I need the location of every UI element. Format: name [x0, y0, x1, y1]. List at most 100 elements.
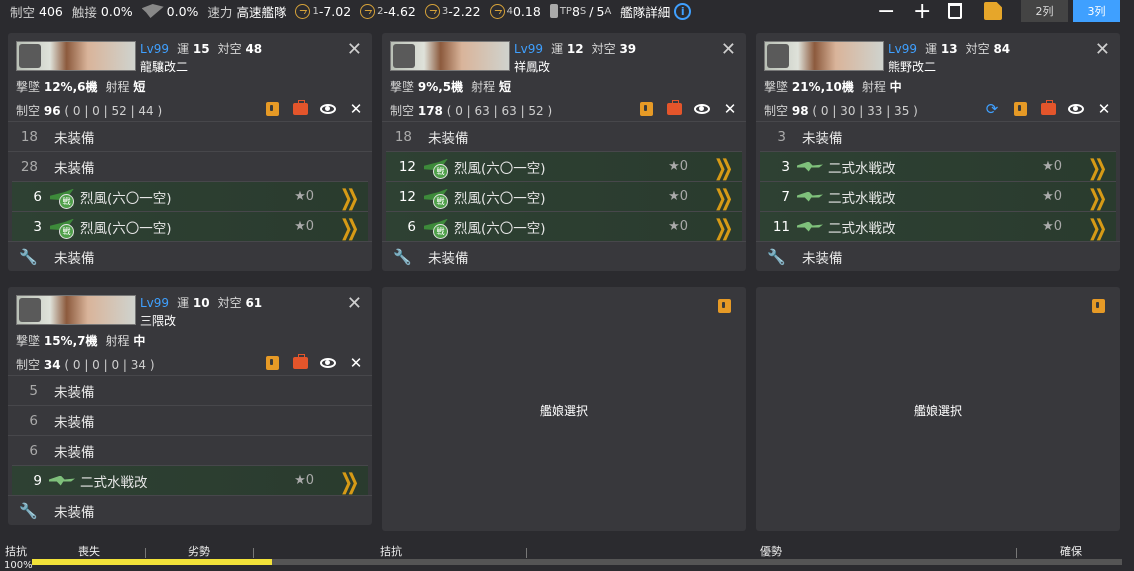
improvement-star: ★0 — [668, 189, 688, 204]
ship-card[interactable]: Lv99 運 13 対空 84 熊野改二 ✕ 撃墜 21%,10機 射程 中 制空 9… — [756, 33, 1120, 271]
lock-icon[interactable] — [1012, 101, 1028, 117]
preset-icon[interactable] — [292, 354, 308, 371]
preset-icon[interactable] — [666, 100, 682, 117]
proficiency-chevron-icon[interactable]: ❯❯ — [714, 186, 733, 211]
equipment-slot[interactable]: 3 二式水戦改 ★0 ❯❯ — [760, 151, 1116, 181]
sync-icon[interactable]: ⟳ — [984, 100, 1000, 118]
empty-ship-slot[interactable]: 艦娘選択 — [756, 287, 1120, 531]
select-ship-label: 艦娘選択 — [539, 404, 588, 418]
equipment-slot[interactable]: 12 戦 烈風(六〇一空) ★0 ❯❯ — [386, 181, 742, 211]
clear-equipment-icon[interactable]: ✕ — [348, 354, 364, 372]
plus-icon[interactable]: + — [913, 0, 931, 24]
eye-icon[interactable] — [320, 355, 336, 371]
equipment-slot[interactable]: 3戦 烈風(六〇一空) ★0 ❯❯ — [12, 211, 368, 241]
lock-icon[interactable] — [638, 101, 654, 117]
proficiency-chevron-icon[interactable]: ❯❯ — [340, 186, 359, 211]
lock-icon[interactable] — [264, 355, 280, 371]
equipment-slot[interactable]: 28 未装備 — [8, 151, 372, 181]
clear-equipment-icon[interactable]: ✕ — [348, 100, 364, 118]
edit-icon[interactable] — [984, 0, 1002, 22]
ship-type-badge — [393, 44, 415, 68]
improvement-star: ★0 — [294, 189, 314, 204]
reinforce-slot[interactable]: 🔧 未装備 — [8, 495, 372, 525]
improvement-star: ★0 — [668, 219, 688, 234]
air-power: 制空 178 ( 0 | 63 | 63 | 52 ) — [390, 104, 553, 118]
los-icon — [424, 3, 440, 19]
equipment-slot[interactable]: 9 二式水戦改 ★0 ❯❯ — [12, 465, 368, 495]
ship-name: 龍驤改二 — [140, 60, 189, 74]
reinforce-slot[interactable]: 🔧 未装備 — [382, 241, 746, 271]
eye-icon[interactable] — [1068, 101, 1084, 117]
equipment-slot[interactable]: 7 二式水戦改 ★0 ❯❯ — [760, 181, 1116, 211]
ship-portrait[interactable] — [16, 295, 136, 325]
remove-ship-icon[interactable]: ✕ — [721, 39, 736, 60]
improvement-star: ★0 — [1042, 159, 1062, 174]
eye-icon[interactable] — [320, 101, 336, 117]
aa-cutin-stat: 0.0% — [141, 4, 198, 19]
three-column-button[interactable]: 3列 — [1073, 0, 1120, 22]
clear-equipment-icon[interactable]: ✕ — [1096, 100, 1112, 118]
remove-ship-icon[interactable]: ✕ — [1095, 39, 1110, 60]
equipment-slot[interactable]: 18 未装備 — [382, 121, 746, 151]
equipment-slot[interactable]: 11 二式水戦改 ★0 ❯❯ — [760, 211, 1116, 241]
info-icon[interactable]: i — [674, 2, 692, 20]
improvement-star: ★0 — [1042, 189, 1062, 204]
equipment-slot[interactable]: 3 未装備 — [756, 121, 1120, 151]
ship-portrait[interactable] — [764, 41, 884, 71]
equipment-slot[interactable]: 6 未装備 — [8, 405, 372, 435]
proficiency-chevron-icon[interactable]: ❯❯ — [1088, 216, 1107, 241]
reinforce-slot[interactable]: 🔧 未装備 — [756, 241, 1120, 271]
proficiency-chevron-icon[interactable]: ❯❯ — [714, 216, 733, 241]
proficiency-chevron-icon[interactable]: ❯❯ — [1088, 186, 1107, 211]
preset-icon[interactable] — [1040, 100, 1056, 117]
ship-portrait[interactable] — [390, 41, 510, 71]
lock-icon[interactable] — [1090, 298, 1106, 314]
ship-portrait[interactable] — [16, 41, 136, 71]
ship-card[interactable]: Lv99 運 10 対空 61 三隈改 ✕ 撃墜 15%,7機 射程 中 制空 34 … — [8, 287, 372, 525]
remove-ship-icon[interactable]: ✕ — [347, 293, 362, 314]
ship-stats: Lv99 運 13 対空 84 — [888, 42, 1011, 56]
reinforce-slot[interactable]: 🔧 未装備 — [8, 241, 372, 271]
equipment-slot[interactable]: 18 未装備 — [8, 121, 372, 151]
lock-icon[interactable] — [716, 298, 732, 314]
ship-stats: Lv99 運 12 対空 39 — [514, 42, 637, 56]
speed-stat: 速力 高速艦隊 — [207, 4, 287, 20]
equipment-slot[interactable]: 6戦 烈風(六〇一空) ★0 ❯❯ — [386, 211, 742, 241]
ship-card[interactable]: Lv99 運 15 対空 48 龍驤改二 ✕ 撃墜 12%,6機 射程 短 制空 96… — [8, 33, 372, 271]
remove-ship-icon[interactable]: ✕ — [347, 39, 362, 60]
equipment-slot[interactable]: 12 戦 烈風(六〇一空) ★0 ❯❯ — [386, 151, 742, 181]
ship-type-badge — [19, 298, 41, 322]
clear-equipment-icon[interactable]: ✕ — [722, 100, 738, 118]
ship-type-badge — [19, 44, 41, 68]
empty-ship-slot[interactable]: 艦娘選択 — [382, 287, 746, 531]
ship-name: 三隈改 — [140, 314, 177, 328]
fleet-detail-link[interactable]: 艦隊詳細 i — [620, 2, 692, 21]
equipment-slot[interactable]: 6戦 烈風(六〇一空) ★0 ❯❯ — [12, 181, 368, 211]
shootdown-stats: 撃墜 15%,7機 射程 中 — [16, 334, 146, 348]
los-icon — [489, 3, 505, 19]
seaplane-fighter-icon — [796, 184, 824, 210]
shokusetsu-stat: 触接 0.0% — [71, 3, 133, 20]
los-3: 3 -2.22 — [424, 3, 481, 19]
air-power: 制空 98 ( 0 | 30 | 33 | 35 ) — [764, 104, 918, 118]
equipment-slot[interactable]: 5 未装備 — [8, 375, 372, 405]
proficiency-chevron-icon[interactable]: ❯❯ — [714, 156, 733, 181]
proficiency-chevron-icon[interactable]: ❯❯ — [340, 470, 359, 495]
air-state-fill — [32, 559, 272, 565]
equipment-slot[interactable]: 6 未装備 — [8, 435, 372, 465]
improvement-star: ★0 — [668, 159, 688, 174]
air-state-labels: 拮抗 喪失 劣勢 拮抗 優勢 確保 — [0, 543, 1134, 559]
preset-icon[interactable] — [292, 100, 308, 117]
two-column-button[interactable]: 2列 — [1021, 0, 1068, 22]
trash-icon[interactable] — [948, 0, 962, 22]
ship-card[interactable]: Lv99 運 12 対空 39 祥鳳改 ✕ 撃墜 9%,5機 射程 短 制空 178 … — [382, 33, 746, 271]
eye-icon[interactable] — [694, 101, 710, 117]
air-power: 制空 34 ( 0 | 0 | 0 | 34 ) — [16, 358, 155, 372]
shootdown-stats: 撃墜 9%,5機 射程 短 — [390, 80, 511, 94]
seaplane-fighter-icon — [48, 468, 76, 494]
proficiency-chevron-icon[interactable]: ❯❯ — [1088, 156, 1107, 181]
proficiency-chevron-icon[interactable]: ❯❯ — [340, 216, 359, 241]
minus-icon[interactable]: − — [877, 0, 895, 24]
lock-icon[interactable] — [264, 101, 280, 117]
improvement-star: ★0 — [294, 473, 314, 488]
